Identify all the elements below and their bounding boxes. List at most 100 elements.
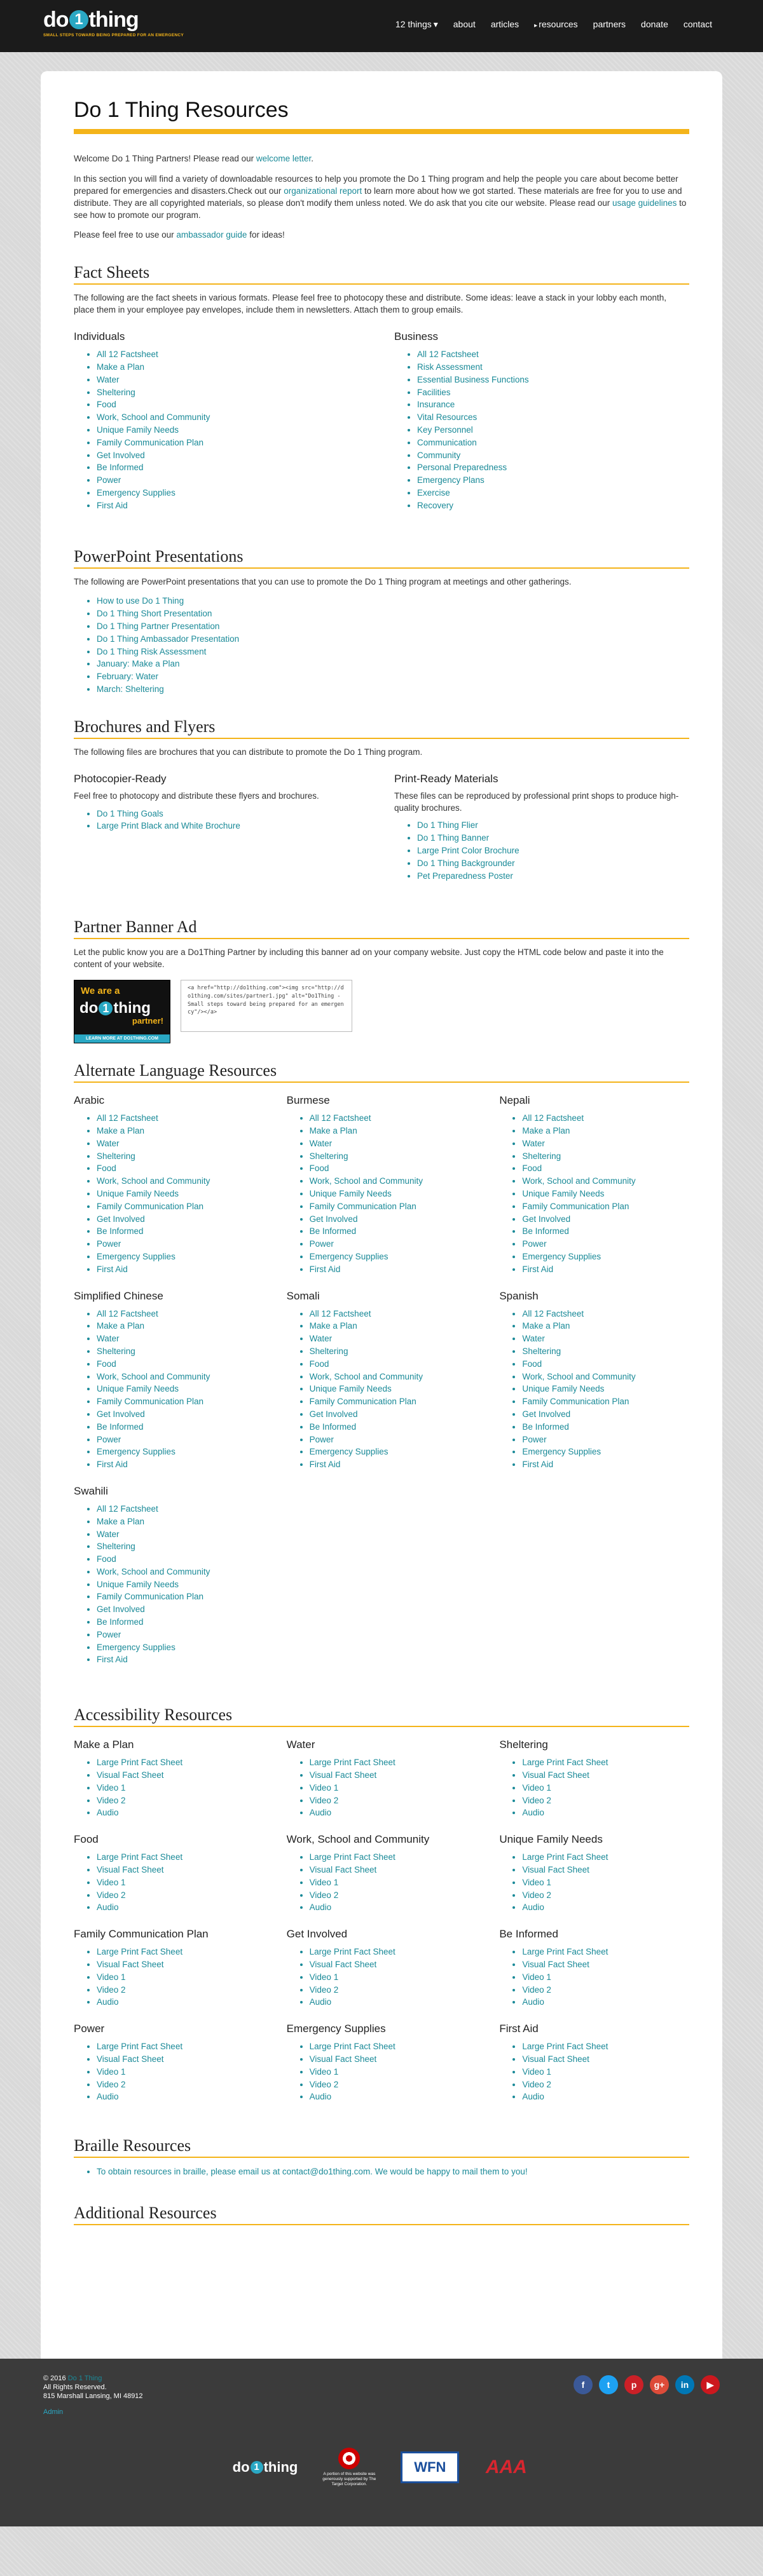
water-link[interactable]: Water (310, 1139, 333, 1148)
emergency-supplies-link[interactable]: Emergency Supplies (97, 1643, 175, 1652)
video-1-link[interactable]: Video 1 (522, 1878, 551, 1887)
family-communication-plan-link[interactable]: Family Communication Plan (97, 438, 203, 447)
video-2-link[interactable]: Video 2 (97, 1985, 126, 1995)
be-informed-link[interactable]: Be Informed (522, 1422, 569, 1432)
first-aid-link[interactable]: First Aid (310, 1264, 341, 1274)
emergency-supplies-link[interactable]: Emergency Supplies (310, 1447, 388, 1456)
make-a-plan-link[interactable]: Make a Plan (97, 1321, 144, 1331)
food-link[interactable]: Food (522, 1359, 542, 1369)
video-2-link[interactable]: Video 2 (310, 2080, 339, 2089)
all-12-factsheet-link[interactable]: All 12 Factsheet (97, 1113, 158, 1123)
first-aid-link[interactable]: First Aid (97, 1264, 128, 1274)
work-school-and-community-link[interactable]: Work, School and Community (522, 1176, 635, 1186)
pinterest-icon[interactable]: p (624, 2375, 643, 2394)
large-print-color-brochure-link[interactable]: Large Print Color Brochure (417, 846, 519, 855)
be-informed-link[interactable]: Be Informed (522, 1226, 569, 1236)
nav-partners[interactable]: partners (586, 19, 633, 30)
food-link[interactable]: Food (522, 1163, 542, 1173)
aaa-logo[interactable]: AAA (482, 2451, 530, 2483)
work-school-and-community-link[interactable]: Work, School and Community (310, 1372, 423, 1381)
get-involved-link[interactable]: Get Involved (97, 1604, 145, 1614)
video-2-link[interactable]: Video 2 (522, 1985, 551, 1995)
audio-link[interactable]: Audio (522, 1997, 544, 2007)
all-12-factsheet-link[interactable]: All 12 Factsheet (522, 1309, 584, 1319)
facilities-link[interactable]: Facilities (417, 388, 451, 397)
all-12-factsheet-link[interactable]: All 12 Factsheet (417, 349, 479, 359)
visual-fact-sheet-link[interactable]: Visual Fact Sheet (522, 1960, 589, 1969)
video-1-link[interactable]: Video 1 (310, 1878, 339, 1887)
unique-family-needs-link[interactable]: Unique Family Needs (97, 1384, 179, 1393)
recovery-link[interactable]: Recovery (417, 501, 453, 510)
sheltering-link[interactable]: Sheltering (97, 1542, 135, 1551)
audio-link[interactable]: Audio (97, 1808, 119, 1817)
january-make-a-plan-link[interactable]: January: Make a Plan (97, 659, 180, 668)
video-1-link[interactable]: Video 1 (522, 1972, 551, 1982)
be-informed-link[interactable]: Be Informed (310, 1226, 357, 1236)
make-a-plan-link[interactable]: Make a Plan (310, 1126, 357, 1135)
welcome-letter-link[interactable]: welcome letter (256, 154, 311, 163)
large-print-black-and-white-brochure-link[interactable]: Large Print Black and White Brochure (97, 821, 240, 830)
braille-email-link[interactable]: contact@do1thing.com (282, 2167, 370, 2176)
visual-fact-sheet-link[interactable]: Visual Fact Sheet (97, 2054, 164, 2064)
family-communication-plan-link[interactable]: Family Communication Plan (522, 1397, 629, 1406)
make-a-plan-link[interactable]: Make a Plan (522, 1126, 570, 1135)
all-12-factsheet-link[interactable]: All 12 Factsheet (97, 1504, 158, 1514)
visual-fact-sheet-link[interactable]: Visual Fact Sheet (522, 2054, 589, 2064)
do-1-thing-partner-presentation-link[interactable]: Do 1 Thing Partner Presentation (97, 621, 219, 631)
linkedin-icon[interactable]: in (675, 2375, 694, 2394)
first-aid-link[interactable]: First Aid (522, 1460, 553, 1469)
large-print-fact-sheet-link[interactable]: Large Print Fact Sheet (310, 1852, 395, 1862)
do-1-thing-ambassador-presentation-link[interactable]: Do 1 Thing Ambassador Presentation (97, 634, 239, 644)
video-2-link[interactable]: Video 2 (522, 1796, 551, 1805)
video-2-link[interactable]: Video 2 (97, 1796, 126, 1805)
ambassador-guide-link[interactable]: ambassador guide (176, 230, 247, 240)
unique-family-needs-link[interactable]: Unique Family Needs (97, 425, 179, 435)
visual-fact-sheet-link[interactable]: Visual Fact Sheet (97, 1960, 164, 1969)
power-link[interactable]: Power (97, 1435, 121, 1444)
family-communication-plan-link[interactable]: Family Communication Plan (310, 1397, 416, 1406)
do-1-thing-short-presentation-link[interactable]: Do 1 Thing Short Presentation (97, 609, 212, 618)
video-2-link[interactable]: Video 2 (310, 1985, 339, 1995)
do-1-thing-banner-link[interactable]: Do 1 Thing Banner (417, 833, 489, 843)
water-link[interactable]: Water (522, 1334, 545, 1343)
visual-fact-sheet-link[interactable]: Visual Fact Sheet (522, 1865, 589, 1874)
unique-family-needs-link[interactable]: Unique Family Needs (522, 1384, 604, 1393)
vital-resources-link[interactable]: Vital Resources (417, 412, 477, 422)
video-2-link[interactable]: Video 2 (310, 1796, 339, 1805)
audio-link[interactable]: Audio (522, 1902, 544, 1912)
video-1-link[interactable]: Video 1 (310, 2067, 339, 2077)
visual-fact-sheet-link[interactable]: Visual Fact Sheet (310, 1770, 377, 1780)
audio-link[interactable]: Audio (310, 2092, 332, 2101)
be-informed-link[interactable]: Be Informed (97, 1617, 144, 1627)
sheltering-link[interactable]: Sheltering (522, 1346, 561, 1356)
audio-link[interactable]: Audio (97, 1902, 119, 1912)
power-link[interactable]: Power (97, 1630, 121, 1639)
february-water-link[interactable]: February: Water (97, 672, 158, 681)
unique-family-needs-link[interactable]: Unique Family Needs (97, 1189, 179, 1198)
family-communication-plan-link[interactable]: Family Communication Plan (310, 1202, 416, 1211)
water-link[interactable]: Water (310, 1334, 333, 1343)
video-1-link[interactable]: Video 1 (97, 1783, 126, 1793)
power-link[interactable]: Power (310, 1239, 334, 1249)
nav-resources[interactable]: resources (526, 19, 586, 30)
water-link[interactable]: Water (97, 375, 120, 384)
audio-link[interactable]: Audio (522, 2092, 544, 2101)
video-1-link[interactable]: Video 1 (522, 2067, 551, 2077)
make-a-plan-link[interactable]: Make a Plan (310, 1321, 357, 1331)
admin-link[interactable]: Admin (43, 2408, 720, 2416)
power-link[interactable]: Power (310, 1435, 334, 1444)
all-12-factsheet-link[interactable]: All 12 Factsheet (97, 1309, 158, 1319)
personal-preparedness-link[interactable]: Personal Preparedness (417, 463, 507, 472)
be-informed-link[interactable]: Be Informed (310, 1422, 357, 1432)
key-personnel-link[interactable]: Key Personnel (417, 425, 473, 435)
large-print-fact-sheet-link[interactable]: Large Print Fact Sheet (522, 1852, 608, 1862)
video-1-link[interactable]: Video 1 (97, 2067, 126, 2077)
site-logo[interactable]: do 1 thing SMALL STEPS TOWARD BEING PREPAR… (43, 9, 184, 37)
essential-business-functions-link[interactable]: Essential Business Functions (417, 375, 529, 384)
make-a-plan-link[interactable]: Make a Plan (97, 1126, 144, 1135)
get-involved-link[interactable]: Get Involved (97, 1409, 145, 1419)
get-involved-link[interactable]: Get Involved (97, 1214, 145, 1224)
unique-family-needs-link[interactable]: Unique Family Needs (522, 1189, 604, 1198)
work-school-and-community-link[interactable]: Work, School and Community (97, 1176, 210, 1186)
large-print-fact-sheet-link[interactable]: Large Print Fact Sheet (97, 1758, 182, 1767)
